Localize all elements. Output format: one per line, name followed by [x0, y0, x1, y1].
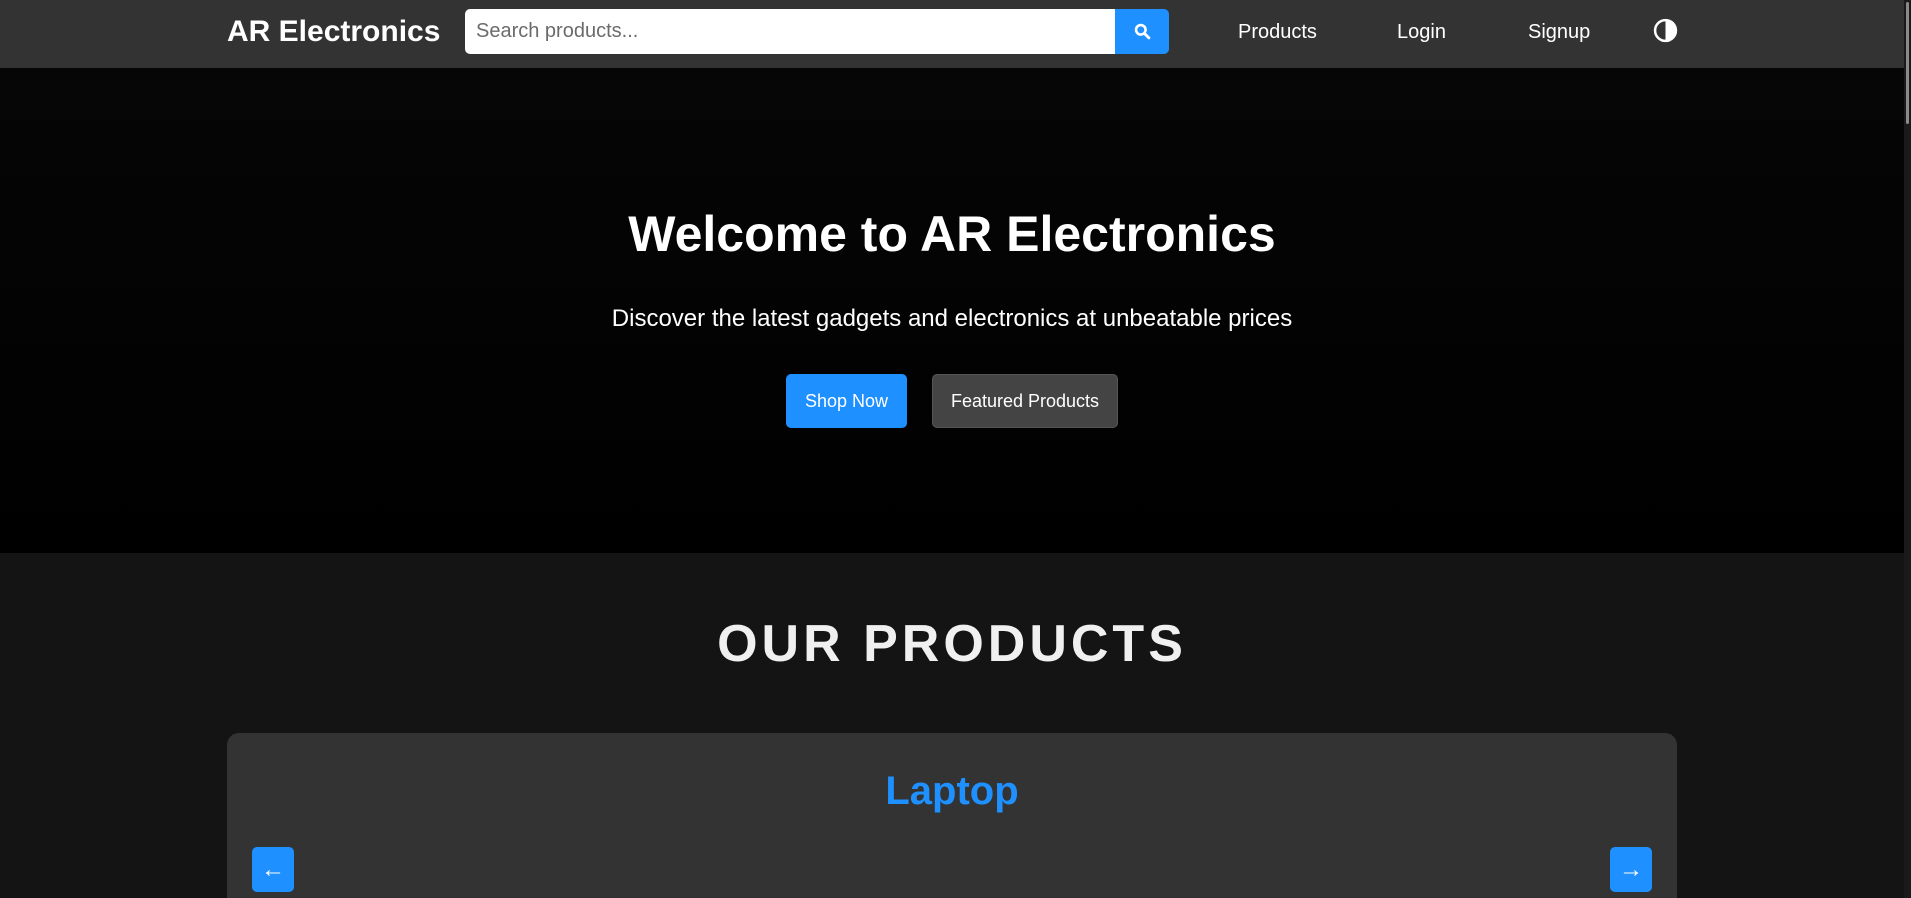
- search-icon: [1134, 23, 1150, 40]
- product-carousel: Laptop ← →: [227, 733, 1677, 898]
- contrast-icon: [1653, 18, 1678, 43]
- carousel-prev-button[interactable]: ←: [252, 847, 294, 892]
- hero-section: Welcome to AR Electronics Discover the l…: [0, 68, 1911, 553]
- search-button[interactable]: [1115, 9, 1169, 54]
- hero-subtitle: Discover the latest gadgets and electron…: [611, 305, 1293, 332]
- search-bar: [465, 9, 1169, 54]
- hero-title: Welcome to AR Electronics: [628, 206, 1276, 262]
- product-category-title: Laptop: [885, 769, 1019, 813]
- arrow-right-icon: →: [1619, 855, 1643, 883]
- shop-now-button[interactable]: Shop Now: [786, 374, 907, 428]
- page: AR Electronics Products Login Signup Wel…: [0, 0, 1911, 898]
- section-title: OUR PRODUCTS: [717, 615, 1187, 673]
- search-input[interactable]: [465, 9, 1115, 54]
- nav-link-products[interactable]: Products: [1238, 19, 1317, 45]
- nav-link-signup[interactable]: Signup: [1528, 19, 1590, 45]
- nav-link-login[interactable]: Login: [1397, 19, 1446, 45]
- brand-logo[interactable]: AR Electronics: [227, 14, 440, 50]
- navbar: AR Electronics Products Login Signup: [0, 0, 1911, 68]
- theme-toggle-button[interactable]: [1653, 18, 1678, 43]
- page-scrollbar[interactable]: [1904, 0, 1911, 898]
- scrollbar-thumb[interactable]: [1906, 2, 1909, 124]
- carousel-next-button[interactable]: →: [1610, 847, 1652, 892]
- arrow-left-icon: ←: [261, 855, 285, 883]
- featured-products-button[interactable]: Featured Products: [932, 374, 1118, 428]
- products-section: OUR PRODUCTS Laptop ← →: [0, 553, 1911, 898]
